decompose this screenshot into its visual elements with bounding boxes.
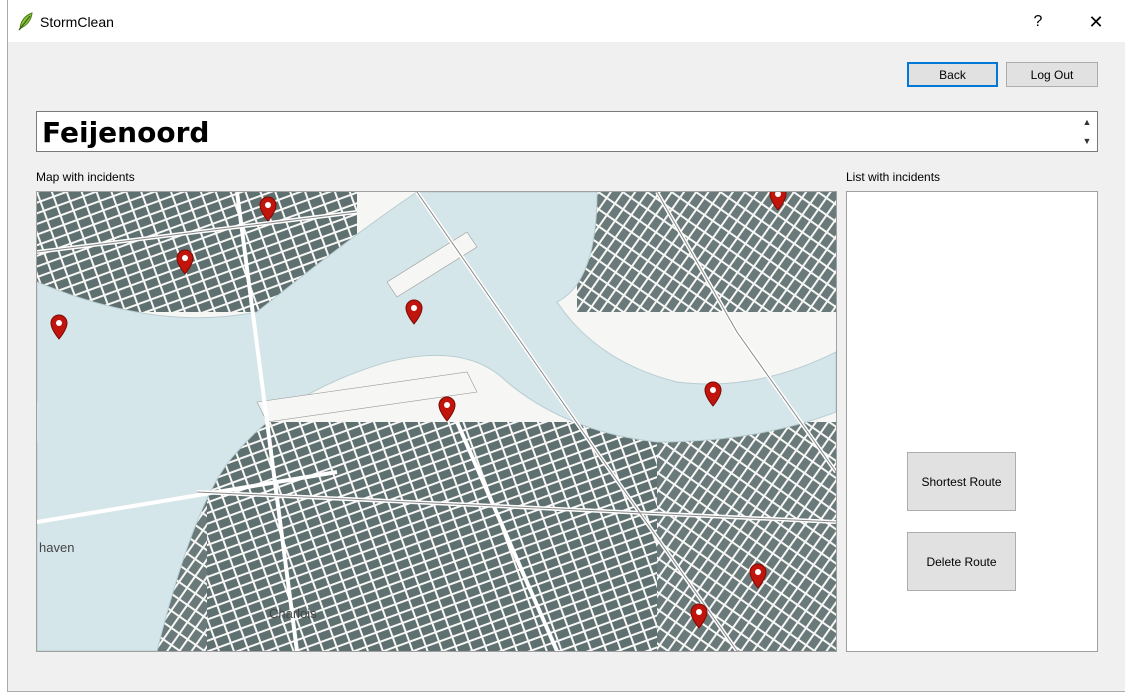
scroll-down-icon[interactable]: ▼ bbox=[1079, 132, 1095, 150]
district-name: Feijenoord bbox=[42, 116, 210, 149]
shortest-route-button[interactable]: Shortest Route bbox=[907, 452, 1016, 511]
district-name-field[interactable]: Feijenoord ▲ ▼ bbox=[36, 111, 1098, 152]
app-leaf-icon bbox=[18, 12, 33, 31]
back-button[interactable]: Back bbox=[907, 62, 998, 87]
incident-map[interactable]: haven Charlois bbox=[36, 191, 837, 652]
title-bar: StormClean ? ✕ bbox=[8, 0, 1125, 42]
delete-route-button[interactable]: Delete Route bbox=[907, 532, 1016, 591]
close-button[interactable]: ✕ bbox=[1076, 8, 1116, 36]
app-window: StormClean ? ✕ Back Log Out Feijenoord ▲… bbox=[7, 0, 1125, 692]
map-canvas[interactable]: haven Charlois bbox=[37, 192, 836, 651]
place-label-haven: haven bbox=[39, 540, 74, 555]
logout-button[interactable]: Log Out bbox=[1006, 62, 1098, 87]
desktop-background bbox=[0, 0, 7, 692]
window-title: StormClean bbox=[40, 14, 114, 30]
help-button[interactable]: ? bbox=[1021, 8, 1055, 36]
place-label-charlois: Charlois bbox=[269, 606, 317, 621]
map-label: Map with incidents bbox=[36, 170, 135, 184]
scroll-up-icon[interactable]: ▲ bbox=[1079, 113, 1095, 131]
district-area-south bbox=[197, 422, 657, 651]
district-area-northeast bbox=[577, 192, 836, 312]
incident-list-label: List with incidents bbox=[846, 170, 941, 184]
district-area-southeast bbox=[657, 422, 836, 651]
